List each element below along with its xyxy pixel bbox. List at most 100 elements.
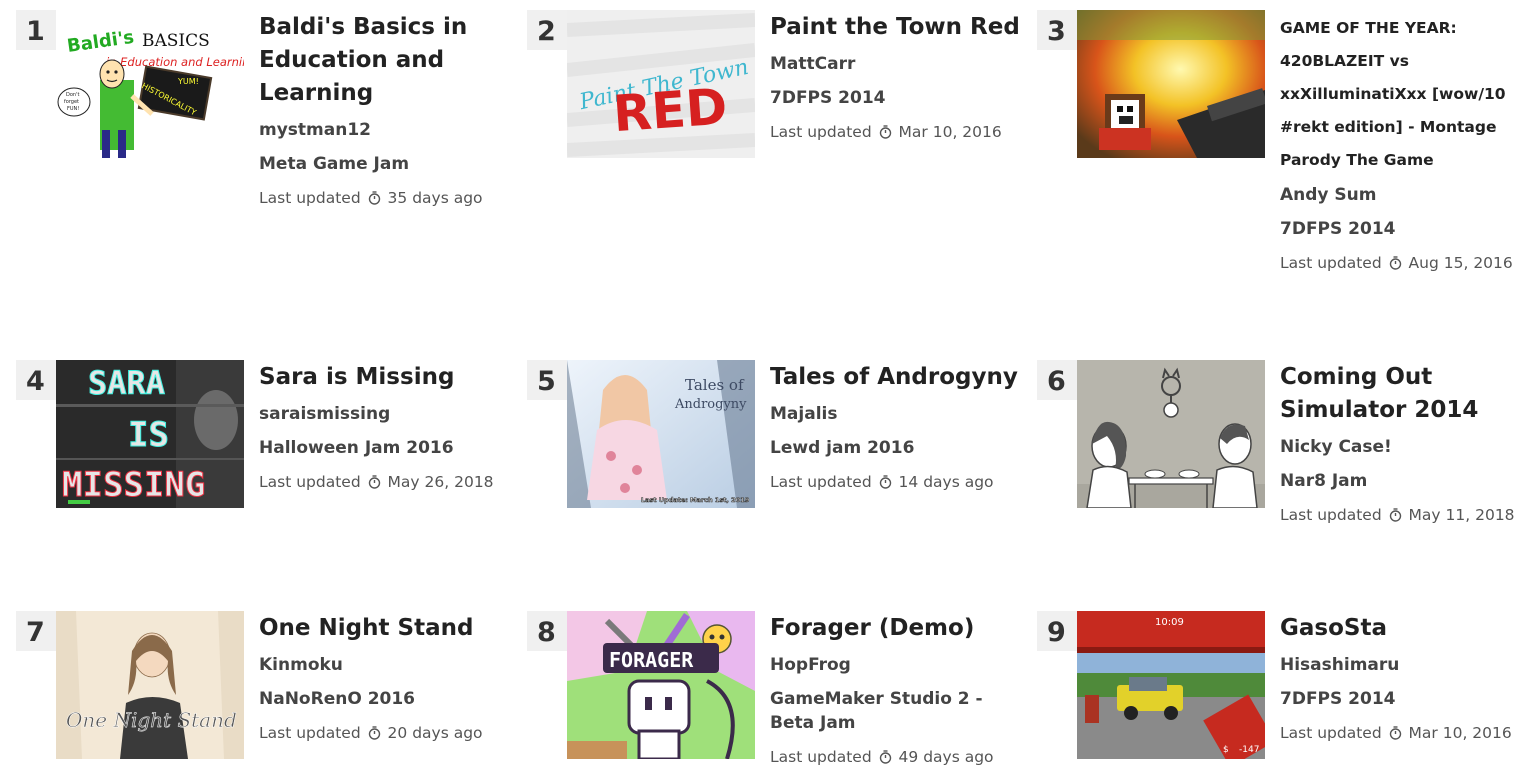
game-info: Baldi's Basics in Education and Learning… bbox=[259, 10, 509, 210]
game-title-link[interactable]: Tales of Androgyny bbox=[770, 361, 1020, 394]
game-thumbnail[interactable] bbox=[1077, 360, 1265, 508]
thumb-text: Androgyny bbox=[674, 397, 747, 412]
author-link[interactable]: HopFrog bbox=[770, 653, 1020, 677]
game-info: GasoSta Hisashimaru 7DFPS 2014 Last upda… bbox=[1280, 611, 1529, 745]
game-thumbnail[interactable]: SARA IS MISSING bbox=[56, 360, 244, 508]
jam-link[interactable]: 7DFPS 2014 bbox=[770, 86, 1020, 110]
last-updated-value: 49 days ago bbox=[898, 748, 994, 766]
last-updated-label: Last updated bbox=[770, 123, 872, 141]
thumb-text: FORAGER bbox=[609, 648, 694, 672]
thumb-text: forget bbox=[64, 99, 79, 105]
author-link[interactable]: Kinmoku bbox=[259, 653, 509, 677]
game-info: GAME OF THE YEAR: 420BLAZEIT vs xxXillum… bbox=[1280, 10, 1529, 275]
last-updated: Last updated May 26, 2018 bbox=[259, 470, 509, 494]
game-title-link[interactable]: Baldi's Basics in Education and Learning bbox=[259, 11, 509, 110]
last-updated-label: Last updated bbox=[259, 724, 361, 742]
last-updated-label: Last updated bbox=[1280, 506, 1382, 524]
last-updated-value: Mar 10, 2016 bbox=[898, 123, 1002, 141]
last-updated-label: Last updated bbox=[259, 473, 361, 491]
stopwatch-icon bbox=[879, 125, 891, 139]
thumb-text: Last Update: March 1st, 2019 bbox=[641, 496, 750, 504]
author-link[interactable]: saraismissing bbox=[259, 402, 509, 426]
last-updated-label: Last updated bbox=[770, 748, 872, 766]
thumb-text: MISSING bbox=[62, 465, 205, 505]
game-title-link[interactable]: One Night Stand bbox=[259, 612, 509, 645]
rank-badge: 4 bbox=[16, 360, 56, 400]
stopwatch-icon bbox=[1389, 726, 1401, 740]
author-link[interactable]: mystman12 bbox=[259, 118, 509, 142]
stopwatch-icon bbox=[368, 475, 380, 489]
rank-badge: 5 bbox=[527, 360, 567, 400]
game-title-link[interactable]: Coming Out Simulator 2014 bbox=[1280, 361, 1529, 427]
goty-thumbnail-art bbox=[1077, 10, 1265, 158]
jam-link[interactable]: Nar8 Jam bbox=[1280, 469, 1529, 493]
thumb-text: BASICS bbox=[142, 31, 210, 51]
thumb-text: Tales of bbox=[685, 376, 745, 394]
thumb-text: YUM! bbox=[177, 77, 199, 86]
jam-link[interactable]: Lewd jam 2016 bbox=[770, 436, 1020, 460]
game-info: Sara is Missing saraismissing Halloween … bbox=[259, 360, 509, 494]
last-updated-value: Mar 10, 2016 bbox=[1408, 724, 1512, 742]
last-updated-label: Last updated bbox=[259, 189, 361, 207]
last-updated: Last updated Mar 10, 2016 bbox=[770, 120, 1020, 144]
game-thumbnail[interactable]: Paint The Town RED bbox=[567, 10, 755, 158]
last-updated: Last updated 35 days ago bbox=[259, 186, 509, 210]
thumb-text: FUN! bbox=[67, 106, 79, 112]
stopwatch-icon bbox=[1389, 508, 1401, 522]
stopwatch-icon bbox=[1389, 256, 1401, 270]
rank-badge: 3 bbox=[1037, 10, 1077, 50]
game-info: One Night Stand Kinmoku NaNoRenO 2016 La… bbox=[259, 611, 509, 745]
rank-badge: 7 bbox=[16, 611, 56, 651]
game-info: Forager (Demo) HopFrog GameMaker Studio … bbox=[770, 611, 1020, 769]
rank-badge: 8 bbox=[527, 611, 567, 651]
game-thumbnail[interactable]: One Night Stand bbox=[56, 611, 244, 759]
last-updated: Last updated May 11, 2018 bbox=[1280, 503, 1529, 527]
game-thumbnail[interactable]: 10:09 $ -147 bbox=[1077, 611, 1265, 759]
game-thumbnail[interactable] bbox=[1077, 10, 1265, 158]
game-thumbnail[interactable]: FORAGER bbox=[567, 611, 755, 759]
last-updated: Last updated 49 days ago bbox=[770, 745, 1020, 769]
jam-link[interactable]: GameMaker Studio 2 - Beta Jam bbox=[770, 687, 1020, 735]
thumb-text: IS bbox=[128, 415, 169, 455]
jam-link[interactable]: Meta Game Jam bbox=[259, 152, 509, 176]
game-thumbnail[interactable]: Tales of Androgyny Last Update: March 1s… bbox=[567, 360, 755, 508]
last-updated-value: 20 days ago bbox=[387, 724, 483, 742]
forager-thumbnail-art: FORAGER bbox=[567, 611, 755, 759]
game-info: Paint the Town Red MattCarr 7DFPS 2014 L… bbox=[770, 10, 1020, 144]
game-title-link[interactable]: Sara is Missing bbox=[259, 361, 509, 394]
game-title-link[interactable]: Paint the Town Red bbox=[770, 11, 1020, 44]
thumb-text: Don't bbox=[66, 92, 79, 98]
jam-link[interactable]: NaNoRenO 2016 bbox=[259, 687, 509, 711]
stopwatch-icon bbox=[879, 475, 891, 489]
coming-out-thumbnail-art bbox=[1077, 360, 1265, 508]
last-updated: Last updated Aug 15, 2016 bbox=[1280, 251, 1529, 275]
game-title-link[interactable]: GAME OF THE YEAR: 420BLAZEIT vs xxXillum… bbox=[1280, 12, 1529, 177]
game-title-link[interactable]: Forager (Demo) bbox=[770, 612, 1020, 645]
last-updated: Last updated Mar 10, 2016 bbox=[1280, 721, 1529, 745]
last-updated: Last updated 20 days ago bbox=[259, 721, 509, 745]
last-updated-value: Aug 15, 2016 bbox=[1408, 254, 1513, 272]
thumb-text: SARA bbox=[88, 364, 165, 402]
thumb-text: RED bbox=[611, 77, 729, 143]
thumb-text: $ bbox=[1223, 745, 1229, 755]
rank-badge: 6 bbox=[1037, 360, 1077, 400]
thumb-text: in Education and Learning bbox=[106, 55, 244, 69]
game-info: Tales of Androgyny Majalis Lewd jam 2016… bbox=[770, 360, 1020, 494]
author-link[interactable]: Andy Sum bbox=[1280, 183, 1529, 207]
author-link[interactable]: Nicky Case! bbox=[1280, 435, 1529, 459]
game-title-link[interactable]: GasoSta bbox=[1280, 612, 1529, 645]
game-thumbnail[interactable]: Baldi's BASICS in Education and Learning… bbox=[56, 10, 244, 158]
jam-link[interactable]: 7DFPS 2014 bbox=[1280, 217, 1529, 241]
last-updated-label: Last updated bbox=[1280, 254, 1382, 272]
ons-thumbnail-art: One Night Stand bbox=[56, 611, 244, 759]
last-updated-label: Last updated bbox=[1280, 724, 1382, 742]
author-link[interactable]: Majalis bbox=[770, 402, 1020, 426]
author-link[interactable]: MattCarr bbox=[770, 52, 1020, 76]
sara-thumbnail-art: SARA IS MISSING bbox=[56, 360, 244, 508]
tales-thumbnail-art: Tales of Androgyny Last Update: March 1s… bbox=[567, 360, 755, 508]
jam-link[interactable]: Halloween Jam 2016 bbox=[259, 436, 509, 460]
jam-link[interactable]: 7DFPS 2014 bbox=[1280, 687, 1529, 711]
author-link[interactable]: Hisashimaru bbox=[1280, 653, 1529, 677]
rank-badge: 2 bbox=[527, 10, 567, 50]
rank-badge: 1 bbox=[16, 10, 56, 50]
